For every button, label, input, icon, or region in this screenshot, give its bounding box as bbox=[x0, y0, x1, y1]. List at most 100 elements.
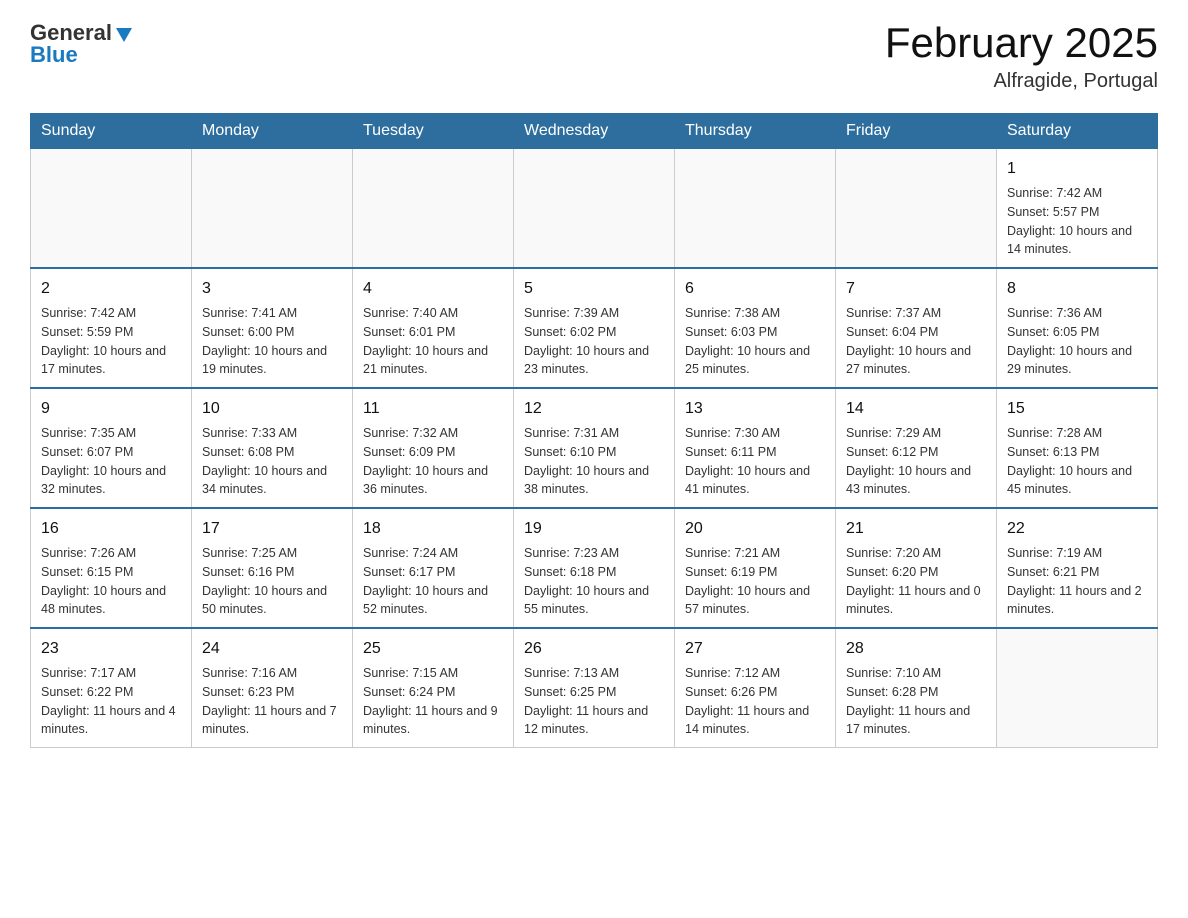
calendar-cell: 25Sunrise: 7:15 AMSunset: 6:24 PMDayligh… bbox=[353, 628, 514, 748]
calendar-cell: 18Sunrise: 7:24 AMSunset: 6:17 PMDayligh… bbox=[353, 508, 514, 628]
day-number: 9 bbox=[41, 397, 181, 421]
day-info: Daylight: 10 hours and 27 minutes. bbox=[846, 342, 986, 380]
calendar-cell: 3 Sunrise: 7:41 AMSunset: 6:00 PMDaylight… bbox=[192, 268, 353, 388]
day-info: Sunset: 6:17 PM bbox=[363, 563, 503, 582]
day-info: Sunset: 6:24 PM bbox=[363, 683, 503, 702]
day-info: Daylight: 11 hours and 4 minutes. bbox=[41, 702, 181, 740]
calendar-cell bbox=[836, 149, 997, 269]
day-info: Sunset: 6:11 PM bbox=[685, 443, 825, 462]
page-header: General Blue February 2025 Alfragide, Po… bbox=[30, 20, 1158, 93]
day-info: Daylight: 11 hours and 0 minutes. bbox=[846, 582, 986, 620]
calendar-cell: 10Sunrise: 7:33 AMSunset: 6:08 PMDayligh… bbox=[192, 388, 353, 508]
day-number: 24 bbox=[202, 637, 342, 661]
day-info: Sunrise: 7:33 AM bbox=[202, 424, 342, 443]
day-info: Sunset: 6:20 PM bbox=[846, 563, 986, 582]
day-info: Sunrise: 7:23 AM bbox=[524, 544, 664, 563]
day-info: Sunrise: 7:19 AM bbox=[1007, 544, 1147, 563]
day-info: Daylight: 11 hours and 2 minutes. bbox=[1007, 582, 1147, 620]
day-number: 16 bbox=[41, 517, 181, 541]
day-info: Sunset: 6:01 PM bbox=[363, 323, 503, 342]
day-info: Sunrise: 7:29 AM bbox=[846, 424, 986, 443]
calendar-week-row: 1Sunrise: 7:42 AMSunset: 5:57 PMDaylight… bbox=[31, 149, 1158, 269]
weekday-header: Thursday bbox=[675, 114, 836, 149]
day-number: 21 bbox=[846, 517, 986, 541]
day-info: Daylight: 10 hours and 29 minutes. bbox=[1007, 342, 1147, 380]
day-info: Daylight: 10 hours and 36 minutes. bbox=[363, 462, 503, 500]
day-info: Sunset: 5:59 PM bbox=[41, 323, 181, 342]
day-info: Daylight: 10 hours and 57 minutes. bbox=[685, 582, 825, 620]
day-info: Daylight: 10 hours and 19 minutes. bbox=[202, 342, 342, 380]
day-info: Sunset: 6:02 PM bbox=[524, 323, 664, 342]
day-info: Daylight: 10 hours and 21 minutes. bbox=[363, 342, 503, 380]
day-number: 7 bbox=[846, 277, 986, 301]
day-number: 4 bbox=[363, 277, 503, 301]
calendar-cell: 6Sunrise: 7:38 AMSunset: 6:03 PMDaylight… bbox=[675, 268, 836, 388]
day-info: Daylight: 10 hours and 50 minutes. bbox=[202, 582, 342, 620]
day-info: Sunrise: 7:13 AM bbox=[524, 664, 664, 683]
calendar-cell: 23Sunrise: 7:17 AMSunset: 6:22 PMDayligh… bbox=[31, 628, 192, 748]
calendar-cell: 15Sunrise: 7:28 AMSunset: 6:13 PMDayligh… bbox=[997, 388, 1158, 508]
day-info: Daylight: 10 hours and 23 minutes. bbox=[524, 342, 664, 380]
day-info: Sunrise: 7:41 AM bbox=[202, 304, 342, 323]
logo-triangle-icon bbox=[114, 24, 134, 44]
day-info: Sunrise: 7:40 AM bbox=[363, 304, 503, 323]
day-number: 18 bbox=[363, 517, 503, 541]
day-info: Daylight: 10 hours and 34 minutes. bbox=[202, 462, 342, 500]
day-number: 3 bbox=[202, 277, 342, 301]
day-number: 19 bbox=[524, 517, 664, 541]
day-number: 25 bbox=[363, 637, 503, 661]
calendar-week-row: 9Sunrise: 7:35 AMSunset: 6:07 PMDaylight… bbox=[31, 388, 1158, 508]
calendar-cell: 22 Sunrise: 7:19 AMSunset: 6:21 PMDayligh… bbox=[997, 508, 1158, 628]
day-info: Sunrise: 7:42 AM bbox=[41, 304, 181, 323]
day-info: Sunrise: 7:17 AM bbox=[41, 664, 181, 683]
day-number: 8 bbox=[1007, 277, 1147, 301]
day-number: 13 bbox=[685, 397, 825, 421]
calendar-cell: 2Sunrise: 7:42 AMSunset: 5:59 PMDaylight… bbox=[31, 268, 192, 388]
day-number: 6 bbox=[685, 277, 825, 301]
calendar-header-row: SundayMondayTuesdayWednesdayThursdayFrid… bbox=[31, 114, 1158, 149]
day-info: Sunset: 6:00 PM bbox=[202, 323, 342, 342]
calendar-cell bbox=[514, 149, 675, 269]
day-number: 11 bbox=[363, 397, 503, 421]
day-info: Sunrise: 7:42 AM bbox=[1007, 184, 1147, 203]
weekday-header: Monday bbox=[192, 114, 353, 149]
day-info: Sunset: 6:25 PM bbox=[524, 683, 664, 702]
day-number: 22 bbox=[1007, 517, 1147, 541]
day-number: 28 bbox=[846, 637, 986, 661]
calendar-cell: 21 Sunrise: 7:20 AMSunset: 6:20 PMDayligh… bbox=[836, 508, 997, 628]
calendar-cell: 1Sunrise: 7:42 AMSunset: 5:57 PMDaylight… bbox=[997, 149, 1158, 269]
day-info: Sunrise: 7:32 AM bbox=[363, 424, 503, 443]
calendar-cell: 20Sunrise: 7:21 AMSunset: 6:19 PMDayligh… bbox=[675, 508, 836, 628]
calendar-table: SundayMondayTuesdayWednesdayThursdayFrid… bbox=[30, 113, 1158, 748]
calendar-cell: 27Sunrise: 7:12 AMSunset: 6:26 PMDayligh… bbox=[675, 628, 836, 748]
day-info: Daylight: 10 hours and 14 minutes. bbox=[1007, 222, 1147, 260]
day-number: 12 bbox=[524, 397, 664, 421]
day-info: Sunset: 6:08 PM bbox=[202, 443, 342, 462]
calendar-cell: 24Sunrise: 7:16 AMSunset: 6:23 PMDayligh… bbox=[192, 628, 353, 748]
day-info: Sunset: 6:09 PM bbox=[363, 443, 503, 462]
day-info: Sunrise: 7:30 AM bbox=[685, 424, 825, 443]
day-info: Sunrise: 7:21 AM bbox=[685, 544, 825, 563]
weekday-header: Wednesday bbox=[514, 114, 675, 149]
calendar-cell bbox=[353, 149, 514, 269]
weekday-header: Saturday bbox=[997, 114, 1158, 149]
calendar-week-row: 2Sunrise: 7:42 AMSunset: 5:59 PMDaylight… bbox=[31, 268, 1158, 388]
calendar-cell: 8Sunrise: 7:36 AMSunset: 6:05 PMDaylight… bbox=[997, 268, 1158, 388]
day-info: Sunset: 6:21 PM bbox=[1007, 563, 1147, 582]
day-info: Sunrise: 7:20 AM bbox=[846, 544, 986, 563]
day-info: Sunset: 6:04 PM bbox=[846, 323, 986, 342]
day-number: 15 bbox=[1007, 397, 1147, 421]
day-info: Sunset: 6:26 PM bbox=[685, 683, 825, 702]
calendar-cell: 12Sunrise: 7:31 AMSunset: 6:10 PMDayligh… bbox=[514, 388, 675, 508]
day-info: Daylight: 10 hours and 48 minutes. bbox=[41, 582, 181, 620]
day-info: Sunset: 5:57 PM bbox=[1007, 203, 1147, 222]
logo-blue-text: Blue bbox=[30, 42, 78, 68]
day-info: Sunset: 6:23 PM bbox=[202, 683, 342, 702]
day-info: Sunrise: 7:25 AM bbox=[202, 544, 342, 563]
day-info: Sunset: 6:28 PM bbox=[846, 683, 986, 702]
weekday-header: Friday bbox=[836, 114, 997, 149]
day-info: Sunset: 6:12 PM bbox=[846, 443, 986, 462]
day-info: Daylight: 10 hours and 52 minutes. bbox=[363, 582, 503, 620]
calendar-cell: 5Sunrise: 7:39 AMSunset: 6:02 PMDaylight… bbox=[514, 268, 675, 388]
day-info: Sunset: 6:16 PM bbox=[202, 563, 342, 582]
